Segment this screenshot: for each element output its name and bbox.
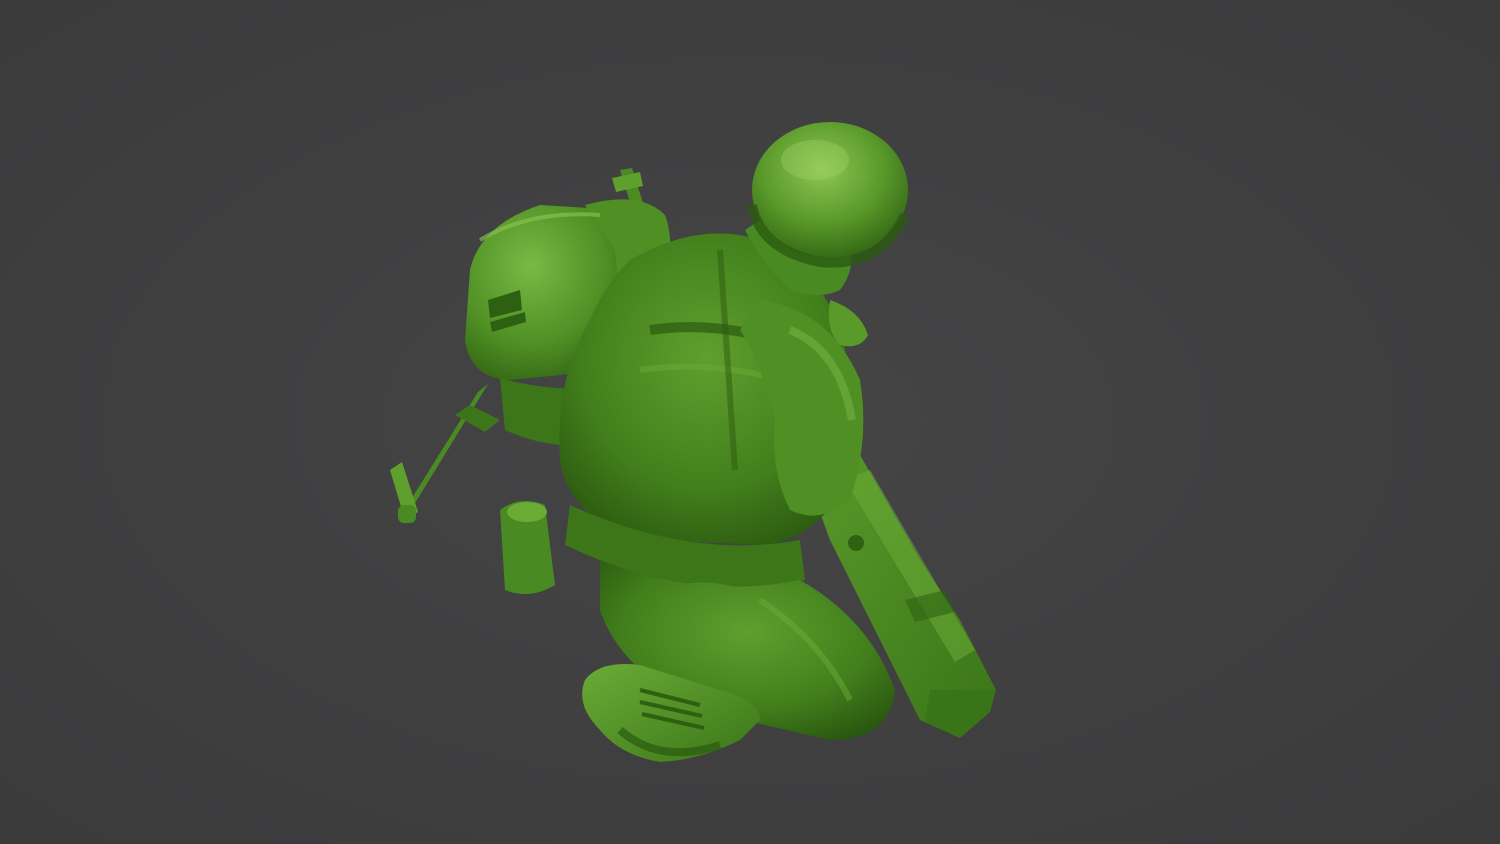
scene-render	[0, 0, 1500, 844]
viewport[interactable]	[0, 0, 1500, 844]
